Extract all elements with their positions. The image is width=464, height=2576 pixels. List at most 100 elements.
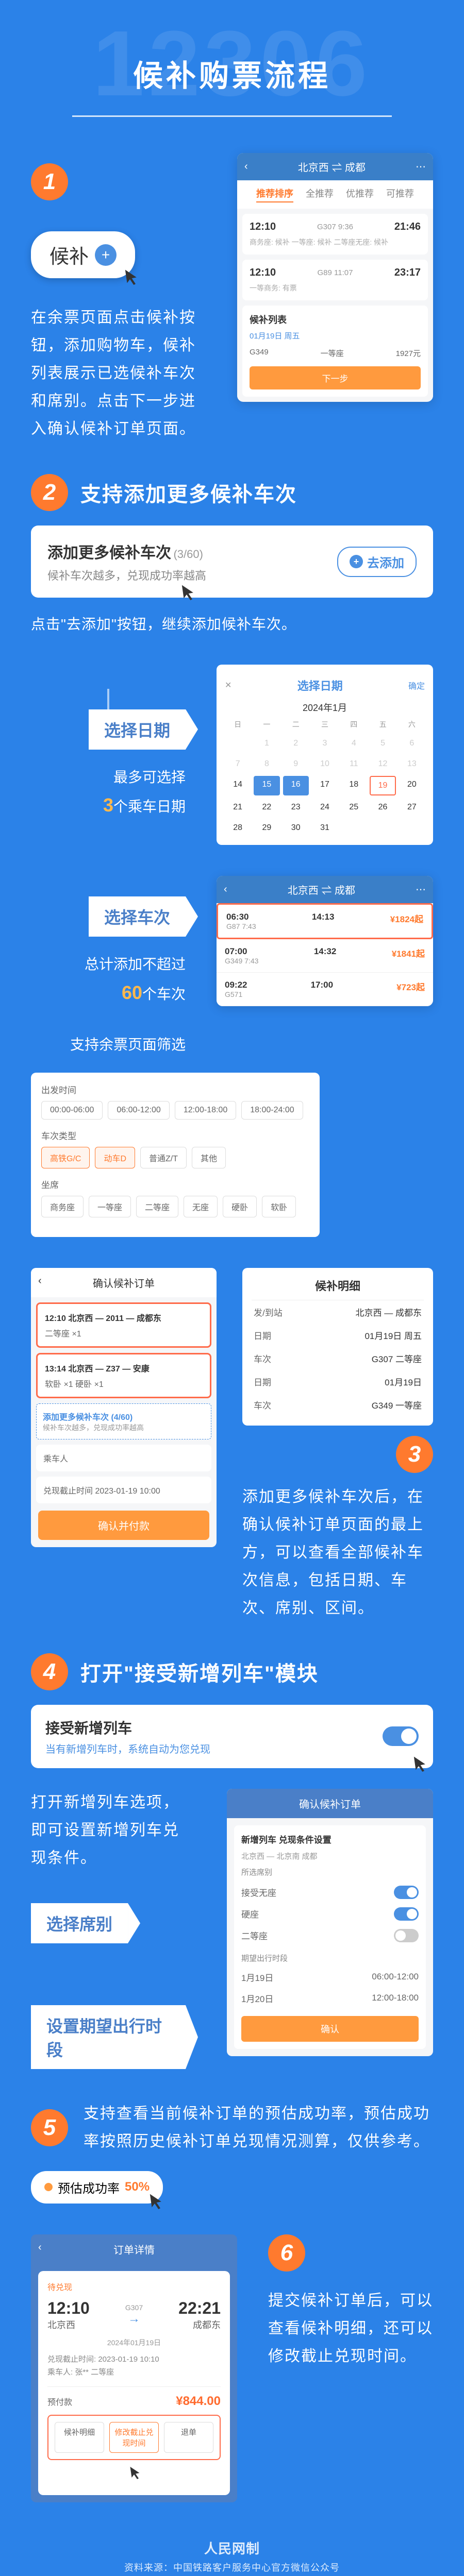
filter-label: 出发时间 [41, 1083, 309, 1096]
plus-icon: + [350, 555, 363, 568]
train-label: 选择车次 [89, 896, 186, 937]
footer-logo: 人民网制 [0, 2538, 464, 2557]
date-text: 最多可选择 3个乘车日期 [31, 765, 186, 821]
menu-icon: ⋯ [416, 160, 426, 173]
footer: 人民网制 资料来源：中国铁路客户服务中心官方微信公众号 [0, 2518, 464, 2576]
condition-screenshot: 确认候补订单 新增列车 兑现条件设置 北京西 — 北京南 成都 所选席别 接受无… [227, 1789, 433, 2056]
step-4-desc: 打开新增列车选项，即可设置新增列车兑现条件。 [31, 1789, 186, 1872]
cursor-icon [175, 583, 198, 606]
dep-time: 12:10 [250, 267, 276, 279]
cf-sec: 乘车人 [36, 1445, 211, 1471]
confirm-screenshot: ‹确认候补订单 12:10 北京西 — 2011 — 成都东 二等座 ×1 13… [31, 1268, 217, 1547]
waitlist-bubble: 候补 + [31, 231, 135, 278]
tab: 推荐排序 [256, 187, 293, 202]
step-2: 2 支持添加更多候补车次 添加更多候补车次 (3/60) 候补车次越多，兑现成功… [0, 459, 464, 649]
badge-label: 预估成功率 [58, 2178, 120, 2196]
accept-new-train-card: 接受新增列车 当有新增列车时，系统自动为您兑现 [31, 1705, 433, 1768]
arr-time: 22:21 [178, 2299, 221, 2318]
step-3: ‹确认候补订单 12:10 北京西 — 2011 — 成都东 二等座 ×1 13… [0, 1252, 464, 1638]
action-btn: 修改截止兑现时间 [109, 2422, 159, 2453]
train-text: 总计添加不超过 60个车次 支持余票页面筛选 [31, 952, 186, 1057]
row-seat: 一等座 [321, 348, 344, 359]
tab: 优推荐 [346, 187, 374, 202]
add-more-card: 添加更多候补车次 (3/60) 候补车次越多，兑现成功率越高 + 去添加 [31, 526, 433, 598]
step-2-title: 支持添加更多候补车次 [80, 478, 297, 507]
toggle-switch [383, 1726, 419, 1746]
train-row-highlight: 06:30G87 7:43 14:13 ¥1824起 [217, 903, 433, 939]
step-3-badge: 3 [396, 1436, 433, 1473]
close-icon: ✕ [225, 680, 231, 690]
price: ¥1824起 [390, 912, 423, 930]
step-1-desc: 在余票页面点击候补按钮，添加购物车，候补列表展示已选候补车次和席别。点击下一步进… [31, 304, 196, 443]
add-count: (3/60) [173, 548, 203, 561]
step-5-badge: 5 [31, 2109, 68, 2146]
step-1-screenshot: ‹ 北京西 ⇌ 成都 ⋯ 推荐排序 全推荐 优推荐 可推荐 12:10 G307 [237, 153, 433, 402]
filter-label: 坐席 [41, 1178, 309, 1191]
tab: 全推荐 [306, 187, 334, 202]
date-label: 选择日期 [89, 709, 186, 750]
schedule-screenshot: ‹ 北京西 ⇌ 成都 ⋯ 06:30G87 7:43 14:13 ¥1824起 … [217, 876, 433, 1006]
train-card: 12:10 G307 9:36 21:46 商务座: 候补 一等座: 候补 二等… [242, 214, 428, 255]
back-icon: ‹ [244, 161, 248, 173]
to-station: 成都东 [178, 2318, 221, 2331]
step-5-desc: 支持查看当前候补订单的预估成功率，预估成功率按照历史候补订单兑现情况测算，仅供参… [84, 2100, 433, 2156]
filter-label: 车次类型 [41, 1129, 309, 1142]
dt-title: 候补明细 [252, 1277, 424, 1300]
phone-header: ‹ 北京西 ⇌ 成都 ⋯ [237, 153, 433, 180]
cursor-icon [125, 2463, 143, 2486]
back-icon: ‹ [38, 1275, 42, 1287]
route-text: 北京西 ⇌ 成都 [298, 159, 366, 174]
step-2-badge: 2 [31, 474, 68, 511]
filter-opt: 普通Z/T [140, 1147, 187, 1168]
train-code: G307 9:36 [317, 223, 353, 231]
arr-time: 21:46 [394, 221, 421, 233]
cursor-icon [143, 2192, 166, 2215]
step-4-title: 打开"接受新增列车"模块 [80, 1657, 319, 1687]
step-2-note: 点击"去添加"按钮，继续添加候补车次。 [31, 613, 433, 634]
order-actions: 候补明细 修改截止兑现时间 退单 [47, 2415, 221, 2460]
dep-time: 12:10 [47, 2299, 90, 2318]
train-code: G89 11:07 [318, 268, 353, 277]
add-title: 添加更多候补车次 [47, 545, 171, 562]
tg-title: 接受新增列车 [45, 1717, 210, 1738]
cal-month: 2024年1月 [225, 701, 425, 714]
filter-opt: 其他 [192, 1147, 226, 1168]
panel-date: 01月19日 周五 [250, 330, 421, 341]
cf-sec: 兑现截止时间 2023-01-19 10:00 [36, 1477, 211, 1503]
pay-label: 预付款 [47, 2395, 72, 2408]
selected-row: 13:14 北京西 — Z37 — 安康 软卧 ×1 硬卧 ×1 [36, 1353, 211, 1398]
footer-source: 资料来源：中国铁路客户服务中心官方微信公众号 [0, 2561, 464, 2574]
seat-info: 商务座: 候补 一等座: 候补 二等座无座: 候补 [250, 237, 421, 247]
waitlist-panel: 候补列表 01月19日 周五 G349 一等座 1927元 下一步 [242, 306, 428, 397]
filter-opt: 12:00-18:00 [175, 1101, 236, 1120]
time-label: 设置期望出行时段 [31, 2005, 186, 2069]
filter-opt: 高铁G/C [41, 1147, 90, 1168]
sec-label: 期望出行时段 [241, 1953, 419, 1963]
selected-row: 12:10 北京西 — 2011 — 成都东 二等座 ×1 [36, 1302, 211, 1348]
tab: 可推荐 [386, 187, 414, 202]
route: 北京西 ⇌ 成都 [288, 882, 355, 897]
next-button: 下一步 [250, 366, 421, 389]
row-code: G349 [250, 348, 269, 359]
arrow-icon: → [125, 2312, 143, 2326]
switch-icon [394, 1907, 419, 1921]
step-6-badge: 6 [268, 2234, 305, 2272]
filter-opt: 动车D [95, 1147, 135, 1168]
pay-amount: ¥844.00 [176, 2394, 221, 2409]
action-btn: 退单 [164, 2422, 213, 2453]
row-price: 1927元 [396, 348, 421, 359]
train-code: G307 [125, 2303, 143, 2312]
filter-opt: 18:00-24:00 [241, 1101, 303, 1120]
back-icon: ‹ [38, 2242, 42, 2253]
sort-tabs: 推荐排序 全推荐 优推荐 可推荐 [237, 180, 433, 209]
step-4: 4 打开"接受新增列车"模块 接受新增列车 当有新增列车时，系统自动为您兑现 打… [0, 1638, 464, 2084]
bg-number: 12306 [93, 10, 372, 117]
order-status: 待兑现 [47, 2280, 221, 2293]
filter-opt: 无座 [184, 1196, 218, 1217]
filter-opt: 商务座 [41, 1196, 84, 1217]
btn-text: 去添加 [367, 553, 404, 571]
calendar: ✕ 选择日期 确定 2024年1月 日一二三四五六 123456 7891011… [217, 665, 433, 845]
step-6-desc: 提交候补订单后，可以查看候补明细，还可以修改截止兑现时间。 [268, 2287, 433, 2370]
trip-date: 2024年01月19日 [47, 2337, 221, 2348]
filter-opt: 硬卧 [223, 1196, 257, 1217]
